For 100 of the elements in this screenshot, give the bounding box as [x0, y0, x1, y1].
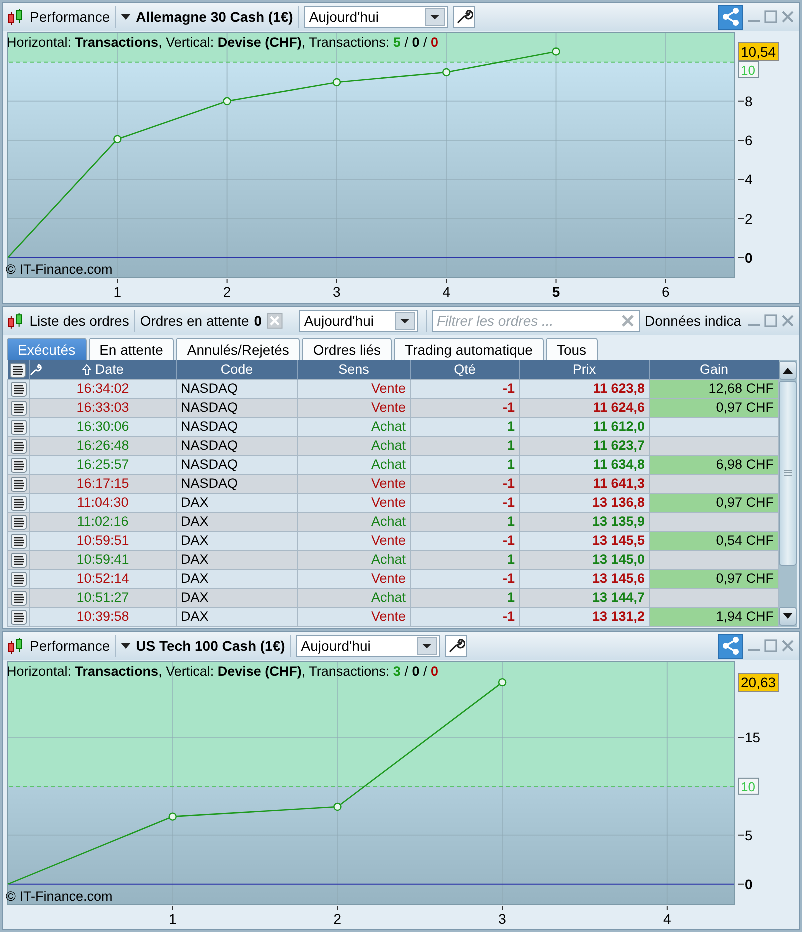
caret-icon[interactable]	[121, 642, 132, 650]
table-cell: -1	[410, 493, 520, 512]
panel-title: Performance	[30, 8, 110, 26]
table-cell: Vente	[298, 379, 410, 398]
data-point	[168, 812, 177, 821]
filter-field[interactable]: Filtrer les ordres ...	[432, 310, 640, 332]
tab[interactable]: Trading automatique	[394, 338, 544, 360]
table-cell: 1	[410, 436, 520, 455]
sort-ascending-icon[interactable]	[82, 364, 92, 376]
tab[interactable]: Tous	[546, 338, 598, 360]
order-details-icon[interactable]	[10, 552, 26, 568]
data-point	[114, 135, 122, 144]
table-cell: Vente	[298, 398, 410, 417]
order-details-icon[interactable]	[10, 420, 26, 435]
data-point	[498, 678, 507, 687]
table-cell: 0,97 CHF	[650, 569, 778, 588]
column-header[interactable]: Date	[30, 360, 176, 379]
table-cell: DAX	[176, 569, 298, 588]
scroll-up-button[interactable]	[779, 361, 797, 380]
wrench-icon[interactable]	[29, 363, 44, 378]
order-details-icon[interactable]	[10, 382, 26, 397]
table-cell: 13 131,2	[520, 607, 650, 626]
caret-icon[interactable]	[121, 13, 132, 21]
table-cell: NASDAQ	[176, 398, 298, 417]
table-cell: Achat	[298, 512, 410, 531]
tick-label: 4	[442, 284, 450, 300]
table-cell: -1	[410, 569, 520, 588]
period-select[interactable]: Aujourd'hui	[296, 635, 440, 657]
tick-label: 5	[552, 284, 560, 300]
tick-label: 0	[745, 876, 753, 892]
share-button[interactable]	[718, 634, 744, 658]
table-cell: Achat	[298, 588, 410, 607]
settings-button[interactable]	[445, 635, 468, 657]
table-cell: -1	[410, 474, 520, 493]
tick-label: 1	[168, 911, 177, 927]
table-cell: 6,98 CHF	[650, 455, 778, 474]
table-cell: 16:30:06	[30, 417, 176, 436]
table-cell: 11 624,6	[520, 398, 650, 417]
instrument-selector[interactable]: US Tech 100 Cash (1€)	[136, 636, 286, 656]
panel-title: Liste des ordres	[30, 312, 130, 330]
tab[interactable]: Annulés/Rejetés	[176, 338, 300, 360]
arrow-up-icon[interactable]	[783, 368, 793, 374]
instrument-selector[interactable]: Allemagne 30 Cash (1€)	[136, 6, 294, 28]
table-cell: 1	[410, 455, 520, 474]
table-cell: 11 641,3	[520, 474, 650, 493]
table-cell: 16:33:03	[30, 398, 176, 417]
table-cell: 16:26:48	[30, 436, 176, 455]
chart-legend: Horizontal: Transactions, Vertical: Devise (CHF), Transactions: 5 / 0 / 0	[7, 33, 438, 54]
scroll-thumb[interactable]	[779, 381, 797, 566]
pending-orders-label: Ordres en attente	[140, 312, 250, 330]
tab[interactable]: En attente	[88, 338, 174, 360]
order-details-icon[interactable]	[10, 534, 26, 549]
pending-count: 0	[254, 312, 262, 330]
table-cell: 13 144,7	[520, 588, 650, 607]
table-cell: 0,97 CHF	[650, 493, 778, 512]
table-cell: 0,54 CHF	[650, 531, 778, 550]
order-details-icon[interactable]	[10, 476, 26, 492]
order-details-icon[interactable]	[10, 514, 26, 530]
order-details-icon[interactable]	[10, 438, 26, 454]
column-header[interactable]: Qté	[410, 360, 520, 379]
period-select[interactable]: Aujourd'hui	[299, 310, 418, 332]
table-cell: 13 136,8	[520, 493, 650, 512]
table-cell: 10:59:51	[30, 531, 176, 550]
arrow-down-icon[interactable]	[783, 613, 793, 619]
share-button[interactable]	[718, 4, 744, 30]
panel-title: Performance	[30, 636, 110, 656]
tick-label: 3	[498, 911, 506, 927]
table-cell: Achat	[298, 436, 410, 455]
column-header[interactable]: Sens	[298, 360, 410, 379]
column-header[interactable]: Code	[176, 360, 298, 379]
threshold-label: 10	[738, 778, 759, 795]
table-cell: Vente	[298, 474, 410, 493]
table-cell: Vente	[298, 531, 410, 550]
tab[interactable]: Ordres liés	[302, 338, 392, 360]
period-select[interactable]: Aujourd'hui	[304, 6, 448, 28]
y-tick-label: 10	[741, 62, 756, 78]
copyright-text: © IT-Finance.com	[6, 888, 113, 906]
tick-label: 6	[745, 132, 753, 149]
table-cell: Vente	[298, 569, 410, 588]
column-header[interactable]: Prix	[520, 360, 650, 379]
table-cell: 13 145,6	[520, 569, 650, 588]
tick-label: 1	[114, 284, 122, 300]
order-details-icon[interactable]	[10, 610, 26, 625]
settings-button[interactable]	[453, 6, 476, 28]
data-point	[334, 802, 342, 812]
scroll-down-button[interactable]	[779, 606, 797, 626]
tab[interactable]: Exécutés	[7, 338, 87, 360]
table-cell: 1	[410, 512, 520, 531]
order-details-icon[interactable]	[10, 496, 26, 511]
tick-label: 5	[745, 827, 753, 844]
order-details-icon[interactable]	[10, 572, 26, 587]
table-cell: DAX	[176, 588, 298, 607]
table-cell: 11 623,8	[520, 379, 650, 398]
order-details-icon[interactable]	[10, 458, 26, 473]
tick-label: 3	[333, 284, 341, 300]
details-icon[interactable]	[10, 362, 26, 378]
order-details-icon[interactable]	[10, 590, 26, 606]
order-details-icon[interactable]	[10, 400, 26, 416]
table-cell: 11:02:16	[30, 512, 176, 531]
table-cell: 11 634,8	[520, 455, 650, 474]
